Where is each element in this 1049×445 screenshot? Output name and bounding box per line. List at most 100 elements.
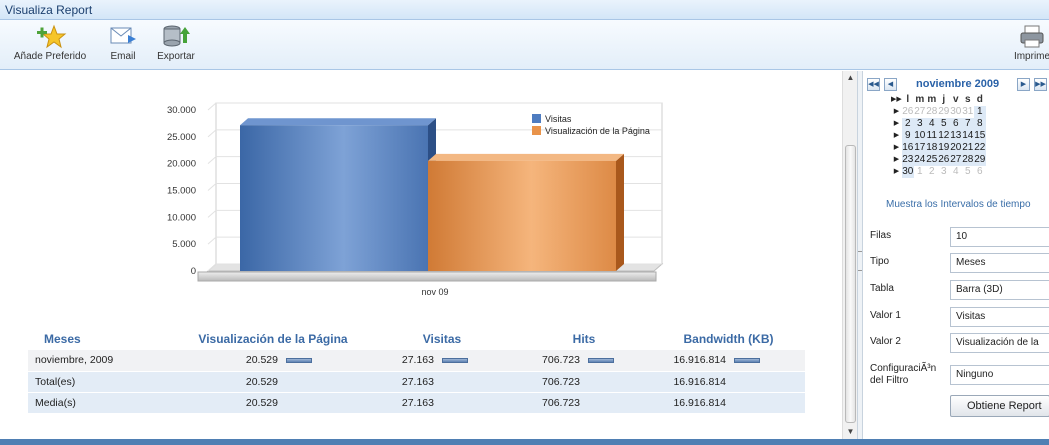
calendar-day[interactable]: 21 [961, 142, 974, 154]
calendar-day[interactable]: 9 [901, 130, 914, 142]
valor1-select[interactable]: Visitas [950, 307, 1049, 327]
filter-valor2-row: Valor 2 Visualización de la [870, 333, 1049, 353]
col-header-meses[interactable]: Meses [28, 316, 178, 350]
col-header-bandwidth[interactable]: Bandwidth (KB) [652, 316, 805, 350]
bar-top-pageviews [428, 153, 624, 161]
cell-hits: 706.723 [516, 371, 652, 393]
config-label: ConfiguraciÃ³n del Filtro [870, 363, 937, 386]
calendar-day[interactable]: 30 [901, 166, 914, 178]
panel-splitter[interactable] [857, 71, 863, 439]
col-header-hits[interactable]: Hits [516, 316, 652, 350]
cell-value: 27.163 [401, 396, 434, 409]
mini-bar [734, 357, 760, 363]
calendar-header: ◀◀ ◀ noviembre 2009 ▶ ▶▶ [864, 77, 1049, 93]
scroll-down-arrow-icon[interactable]: ▼ [843, 425, 858, 439]
bottom-border [0, 439, 1049, 445]
tipo-label: Tipo [870, 256, 890, 267]
cell-value: 27.163 [401, 375, 434, 388]
calendar-day[interactable]: 4 [950, 166, 962, 178]
calendar-day[interactable]: 12 [937, 130, 950, 142]
calendar-week-row: ▶ 30 1 2 3 4 5 6 [891, 166, 986, 178]
col-header-visitas[interactable]: Visitas [368, 316, 516, 350]
calendar-day[interactable]: 5 [962, 166, 974, 178]
show-intervals-link[interactable]: Muestra los Intervalos de tiempo [886, 199, 1031, 210]
print-button[interactable]: Imprime [1010, 23, 1049, 62]
splitter-grip-icon[interactable] [858, 251, 862, 271]
y-tick-label: 20.000 [167, 159, 196, 170]
tabla-select[interactable]: Barra (3D) [950, 280, 1049, 300]
export-button[interactable]: Exportar [152, 23, 200, 62]
calendar-day[interactable]: 30 [950, 106, 962, 118]
calendar-week-row: ▶ 26 27 28 29 30 31 1 [891, 106, 986, 118]
calendar-day[interactable]: 7 [961, 118, 974, 130]
calendar-day[interactable]: 13 [949, 130, 962, 142]
calendar-day[interactable]: 15 [973, 130, 986, 142]
next-month-button[interactable]: ▶ [1017, 78, 1030, 91]
valor2-select[interactable]: Visualización de la [950, 333, 1049, 353]
cell-pageviews: 20.529 [178, 392, 368, 414]
select-week-icon[interactable]: ▶ [891, 130, 902, 142]
vertical-scrollbar[interactable]: ▲ ▼ [842, 71, 857, 439]
weekday-header: s [965, 94, 971, 105]
select-week-icon[interactable]: ▶ [891, 142, 902, 154]
star-add-icon [37, 24, 67, 49]
calendar-day[interactable]: 3 [938, 166, 950, 178]
calendar-day[interactable]: 27 [914, 106, 926, 118]
calendar-day[interactable]: 31 [962, 106, 974, 118]
calendar-day[interactable]: 1 [914, 166, 926, 178]
config-select[interactable]: Ninguno [950, 365, 1049, 385]
calendar-day[interactable]: 29 [938, 106, 950, 118]
calendar-day[interactable]: 11 [925, 130, 938, 142]
report-main-panel: 30.000 25.000 20.000 15.000 10.000 5.000 0 nov… [0, 71, 842, 439]
calendar-day[interactable]: 17 [913, 142, 926, 154]
filas-input[interactable]: 10 [950, 227, 1049, 247]
gridline-depth [207, 209, 217, 218]
calendar-day[interactable]: 3 [913, 118, 926, 130]
email-button[interactable]: Email [104, 23, 142, 62]
calendar-day[interactable]: 10 [913, 130, 926, 142]
select-all-weeks-icon[interactable]: ▶▶ [891, 94, 902, 106]
calendar-day[interactable]: 5 [937, 118, 950, 130]
calendar-day[interactable]: 19 [937, 142, 950, 154]
calendar-day[interactable]: 2 [926, 166, 938, 178]
next-year-button[interactable]: ▶▶ [1034, 78, 1047, 91]
prev-month-button[interactable]: ◀ [884, 78, 897, 91]
calendar-day[interactable]: 27 [949, 154, 962, 166]
calendar-day[interactable]: 16 [901, 142, 914, 154]
cell-value: 706.723 [542, 396, 580, 409]
add-favorite-button[interactable]: Añade Preferido [8, 23, 92, 62]
calendar-day[interactable]: 24 [913, 154, 926, 166]
scroll-up-arrow-icon[interactable]: ▲ [843, 71, 858, 85]
calendar-day[interactable]: 28 [926, 106, 938, 118]
scroll-thumb[interactable] [845, 145, 856, 423]
cell-value: 16.916.814 [673, 375, 726, 388]
calendar-day[interactable]: 6 [949, 118, 962, 130]
calendar-day[interactable]: 18 [925, 142, 938, 154]
calendar-day[interactable]: 26 [902, 106, 914, 118]
calendar-day[interactable]: 14 [961, 130, 974, 142]
select-week-icon[interactable]: ▶ [891, 154, 902, 166]
select-week-icon[interactable]: ▶ [891, 106, 902, 118]
col-header-pageviews[interactable]: Visualización de la Página [178, 316, 368, 350]
cell-value: 706.723 [542, 375, 580, 388]
calendar-day[interactable]: 22 [973, 142, 986, 154]
calendar-day[interactable]: 28 [961, 154, 974, 166]
calendar-month-label: noviembre 2009 [916, 78, 1000, 90]
cell-pageviews: 20.529 [178, 371, 368, 393]
calendar-day[interactable]: 6 [974, 166, 986, 178]
select-week-icon[interactable]: ▶ [891, 118, 902, 130]
calendar-day[interactable]: 29 [973, 154, 986, 166]
get-report-button[interactable]: Obtiene Report [950, 395, 1049, 417]
calendar-day[interactable]: 26 [937, 154, 950, 166]
tipo-select[interactable]: Meses [950, 253, 1049, 273]
cell-value: 27.163 [401, 354, 434, 367]
calendar-day[interactable]: 2 [901, 118, 914, 130]
calendar-day[interactable]: 1 [973, 106, 986, 118]
select-week-icon[interactable]: ▶ [891, 166, 902, 178]
prev-year-button[interactable]: ◀◀ [867, 78, 880, 91]
calendar-day[interactable]: 23 [901, 154, 914, 166]
calendar-day[interactable]: 25 [925, 154, 938, 166]
calendar-day[interactable]: 4 [925, 118, 938, 130]
calendar-day[interactable]: 20 [949, 142, 962, 154]
calendar-day[interactable]: 8 [973, 118, 986, 130]
